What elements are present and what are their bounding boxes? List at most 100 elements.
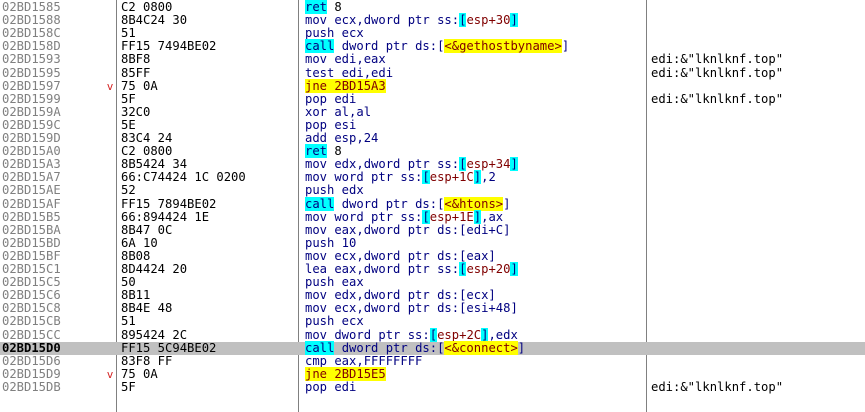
- instruction-token: ,edx: [488, 327, 518, 342]
- instruction-token: jne: [305, 78, 328, 93]
- instruction-token: <&htons>: [444, 196, 504, 211]
- instruction-token: mov ecx,dword ptr ds:[esi+48]: [305, 301, 518, 316]
- address-cell: 02BD159A: [2, 104, 61, 119]
- instruction-row[interactable]: 02BD15D9 v 75 0A jne 2BD15E5: [0, 366, 865, 381]
- opcode-bytes-cell: 895424 2C: [121, 327, 188, 342]
- opcode-bytes-cell: 8BF8: [121, 52, 151, 67]
- instruction-token: ]: [517, 340, 526, 355]
- instruction-row[interactable]: 02BD15BA 8B47 0C mov eax,dword ptr ds:[edi…: [0, 222, 865, 237]
- instruction-token: esp+1C: [429, 170, 474, 185]
- instruction-token: 2BD15A3: [327, 78, 386, 93]
- address-cell: 02BD15B5: [2, 209, 61, 224]
- opcode-bytes-cell: 52: [121, 183, 136, 198]
- instruction-token: mov edi,eax: [305, 52, 386, 67]
- instruction-token: dword ptr ds:[: [334, 340, 445, 355]
- instruction-token: jne: [305, 366, 328, 381]
- instruction-row[interactable]: 02BD1599 5F pop edi edi:&"lknlknf.top": [0, 91, 865, 106]
- instruction-token: ]: [510, 262, 518, 276]
- opcode-bytes-cell: 83F8 FF: [121, 353, 173, 368]
- opcode-bytes-cell: 85FF: [121, 65, 151, 80]
- instruction-row[interactable]: 02BD159A 32C0 xor al,al: [0, 104, 865, 119]
- opcode-bytes-cell: 66:894424 1E: [121, 209, 210, 224]
- instruction-token: ,2: [481, 170, 496, 185]
- instruction-token: mov edx,dword ptr ds:[ecx]: [305, 288, 496, 303]
- instruction-token: pop edi: [305, 91, 357, 106]
- address-cell: 02BD15BD: [2, 235, 61, 250]
- instruction-token: mov ecx,dword ptr ds:[eax]: [305, 248, 496, 263]
- jump-arrow-icon[interactable]: v: [104, 80, 116, 93]
- instruction-cell: pop edi: [305, 380, 356, 394]
- address-cell: 02BD15D6: [2, 353, 61, 368]
- instruction-token: lea eax,dword ptr ss:: [305, 262, 460, 276]
- opcode-bytes-cell: 75 0A: [121, 78, 158, 93]
- instruction-token: push ecx: [305, 26, 364, 41]
- instruction-token: pop esi: [305, 117, 357, 132]
- instruction-token: [: [422, 209, 430, 224]
- opcode-bytes-cell: FF15 5C94BE02: [121, 340, 217, 355]
- opcode-bytes-cell: 66:C74424 1C 0200: [121, 170, 246, 185]
- instruction-row[interactable]: 02BD1593 8BF8 mov edi,eax edi:&"lknlknf.top…: [0, 53, 865, 66]
- instruction-token: dword ptr ds:[: [334, 196, 445, 211]
- address-cell: 02BD1595: [2, 65, 61, 80]
- instruction-token: call: [305, 340, 335, 355]
- instruction-token: mov word ptr ss:: [305, 170, 423, 185]
- instruction-row[interactable]: 02BD1595 85FF test edi,edi edi:&"lknlknf.to…: [0, 65, 865, 80]
- comment-cell: edi:&"lknlknf.top": [651, 91, 784, 106]
- instruction-token: push ecx: [305, 314, 364, 329]
- address-cell: 02BD15D9: [2, 366, 61, 381]
- comment-cell: edi:&"lknlknf.top": [651, 65, 784, 80]
- selected-instruction-row[interactable]: 02BD15D0 FF15 5C94BE02 call dword ptr ds:[…: [0, 340, 865, 355]
- instruction-row[interactable]: 02BD1597 v 75 0A jne 2BD15A3: [0, 78, 865, 93]
- instruction-token: ret: [305, 0, 328, 14]
- instruction-token: push eax: [305, 275, 364, 290]
- instruction-cell: cmp eax,FFFFFFFF: [305, 353, 423, 368]
- instruction-row[interactable]: 02BD15CB 51 push ecx: [0, 315, 865, 328]
- address-cell: 02BD15CC: [2, 327, 61, 342]
- instruction-token: esp+1E: [429, 209, 474, 224]
- instruction-token: dword ptr ds:[: [334, 39, 445, 54]
- instruction-token: mov word ptr ss:: [305, 209, 423, 224]
- instruction-token: cmp eax,FFFFFFFF: [305, 353, 423, 368]
- instruction-token: ,ax: [481, 209, 504, 224]
- instruction-token: 8: [327, 0, 342, 14]
- comment-cell: edi:&"lknlknf.top": [651, 379, 784, 394]
- opcode-bytes-cell: 75 0A: [121, 366, 158, 381]
- instruction-token: <&connect>: [444, 340, 518, 355]
- instruction-token: push 10: [305, 235, 357, 250]
- instruction-token: esp+30: [466, 13, 511, 28]
- instruction-row[interactable]: 02BD15DB 5F pop edi edi:&"lknlknf.top": [0, 379, 865, 394]
- instruction-token: mov eax,dword ptr ds:[edi+C]: [305, 222, 511, 237]
- address-cell: 02BD1599: [2, 91, 61, 106]
- instruction-token: mov edx,dword ptr ss:: [305, 157, 460, 172]
- opcode-bytes-cell: 6A 10: [121, 235, 158, 250]
- instruction-token: ]: [510, 13, 518, 28]
- jump-arrow-icon[interactable]: v: [104, 368, 116, 381]
- instruction-token: ]: [503, 196, 511, 211]
- instruction-token: esp+20: [466, 262, 511, 276]
- instruction-token: add esp,24: [305, 131, 379, 145]
- instruction-cell: test edi,edi: [305, 65, 394, 80]
- instruction-token: [: [429, 327, 438, 342]
- address-cell: 02BD1597: [2, 78, 61, 93]
- instruction-token: ret: [305, 144, 328, 159]
- opcode-bytes-cell: 8B47 0C: [121, 222, 173, 237]
- opcode-bytes-cell: 5F: [121, 379, 136, 394]
- address-cell: 02BD15BA: [2, 222, 61, 237]
- instruction-token: ]: [510, 157, 518, 172]
- instruction-token: mov dword ptr ss:: [305, 327, 430, 342]
- instruction-token: 8: [327, 144, 342, 159]
- address-cell: 02BD15DB: [2, 379, 61, 394]
- instruction-token: call: [305, 39, 335, 54]
- comment-cell: edi:&"lknlknf.top": [651, 52, 784, 67]
- opcode-bytes-cell: 51: [121, 314, 136, 329]
- address-cell: 02BD15AE: [2, 183, 61, 198]
- disassembly-view[interactable]: 02BD1585 C2 0800 ret 8 02BD1588 8B4C24 30 mov…: [0, 0, 865, 412]
- instruction-token: xor al,al: [305, 104, 372, 119]
- opcode-bytes-cell: 32C0: [121, 104, 151, 119]
- instruction-token: mov ecx,dword ptr ss:: [305, 13, 460, 28]
- instruction-token: test edi,edi: [305, 65, 394, 80]
- address-cell: 02BD15CB: [2, 314, 61, 329]
- instruction-row[interactable]: 02BD15D6 83F8 FF cmp eax,FFFFFFFF: [0, 353, 865, 368]
- address-cell: 02BD1593: [2, 52, 61, 67]
- instruction-token: call: [305, 196, 335, 211]
